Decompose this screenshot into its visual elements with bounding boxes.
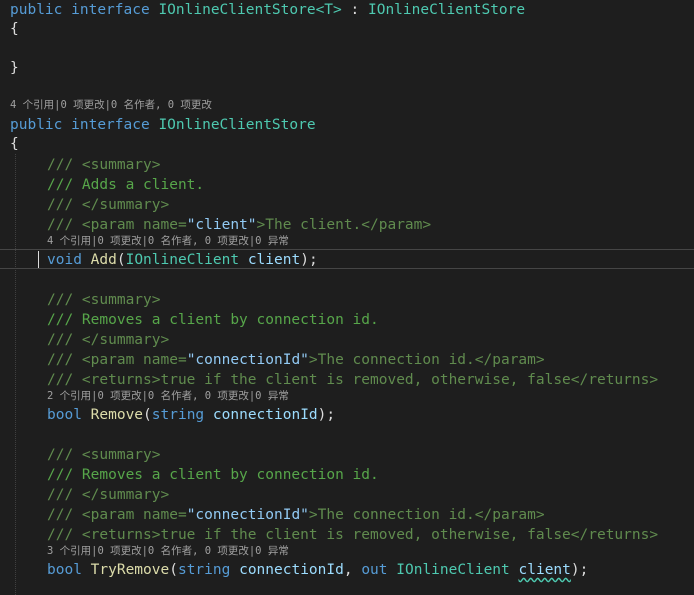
param-name[interactable]: client: [248, 252, 300, 268]
code-line-remove[interactable]: bool Remove(string connectionId);: [47, 405, 335, 425]
doc-comment: /// <summary>: [47, 447, 161, 463]
paren: (: [116, 252, 126, 268]
param-name[interactable]: connectionId: [239, 562, 344, 578]
codelens-tryremove[interactable]: 3 个引用|0 项更改|0 名作者, 0 项更改|0 异常: [47, 544, 289, 558]
doc-comment-line[interactable]: /// <param name="client">The client.</pa…: [47, 215, 431, 235]
code-line-add[interactable]: void Add(IOnlineClient client);: [47, 250, 318, 270]
doc-comment: /// <param name=: [47, 217, 187, 233]
doc-comment: /// </summary>: [47, 332, 170, 348]
param-type[interactable]: IOnlineClient: [396, 562, 510, 578]
doc-comment-line[interactable]: /// <returns>true if the client is remov…: [47, 370, 658, 390]
doc-comment: /// <returns>true if the client is remov…: [47, 372, 659, 388]
method-name[interactable]: Add: [91, 252, 117, 268]
method-name[interactable]: Remove: [91, 407, 143, 423]
doc-comment-line[interactable]: /// Adds a client.: [47, 175, 204, 195]
param-type[interactable]: IOnlineClient: [126, 252, 240, 268]
return-type: void: [47, 252, 82, 268]
open-brace: {: [10, 21, 19, 37]
code-line-interface-generic[interactable]: public interface IOnlineClientStore<T> :…: [10, 0, 525, 20]
doc-comment-line[interactable]: /// Removes a client by connection id.: [47, 465, 379, 485]
codelens-add[interactable]: 4 个引用|0 项更改|0 名作者, 0 项更改|0 异常: [47, 234, 289, 248]
comma: ,: [343, 562, 362, 578]
paren: );: [317, 407, 336, 423]
indent-guide: [15, 154, 16, 595]
method-name[interactable]: TryRemove: [91, 562, 170, 578]
param-name-with-squiggle[interactable]: client: [519, 562, 571, 578]
doc-comment: /// <param name=: [47, 352, 187, 368]
code-editor[interactable]: public interface IOnlineClientStore<T> :…: [0, 0, 694, 595]
doc-attr-value: "connectionId": [186, 507, 309, 523]
codelens-text[interactable]: 4 个引用|0 项更改|0 名作者, 0 项更改|0 异常: [47, 235, 289, 247]
codelens-text[interactable]: 2 个引用|0 项更改|0 名作者, 0 项更改|0 异常: [47, 390, 289, 402]
doc-comment-line[interactable]: /// <returns>true if the client is remov…: [47, 525, 658, 545]
colon: :: [341, 2, 368, 18]
doc-comment-line[interactable]: /// Removes a client by connection id.: [47, 310, 379, 330]
doc-comment: >The connection id.</param>: [308, 507, 545, 523]
codelens-remove[interactable]: 2 个引用|0 项更改|0 名作者, 0 项更改|0 异常: [47, 389, 289, 403]
code-line-interface[interactable]: public interface IOnlineClientStore: [10, 115, 316, 135]
param-type: string: [151, 407, 205, 423]
doc-attr-value: "connectionId": [186, 352, 309, 368]
doc-comment: /// Removes a client by connection id.: [47, 312, 379, 328]
doc-comment: /// Removes a client by connection id.: [47, 467, 379, 483]
codelens-text[interactable]: 3 个引用|0 项更改|0 名作者, 0 项更改|0 异常: [47, 545, 289, 557]
return-type: bool: [47, 407, 82, 423]
paren: (: [143, 407, 152, 423]
param-name[interactable]: connectionId: [213, 407, 318, 423]
doc-comment: /// </summary>: [47, 197, 170, 213]
keyword-interface: interface: [71, 2, 150, 18]
doc-comment: /// <returns>true if the client is remov…: [47, 527, 659, 543]
doc-comment: >The connection id.</param>: [308, 352, 545, 368]
doc-comment-line[interactable]: /// </summary>: [47, 330, 169, 350]
close-brace: }: [10, 60, 19, 76]
doc-comment-line[interactable]: /// <summary>: [47, 445, 161, 465]
codelens-interface[interactable]: 4 个引用|0 项更改|0 名作者, 0 项更改: [10, 98, 212, 112]
return-type: bool: [47, 562, 82, 578]
code-line-close-brace[interactable]: }: [10, 58, 19, 78]
keyword-interface: interface: [71, 117, 150, 133]
doc-comment: /// Adds a client.: [47, 177, 205, 193]
param-type: string: [177, 562, 231, 578]
doc-comment-line[interactable]: /// <summary>: [47, 290, 161, 310]
doc-comment: >The client.</param>: [256, 217, 432, 233]
keyword-public: public: [10, 2, 63, 18]
doc-comment: /// <summary>: [47, 292, 161, 308]
keyword-public: public: [10, 117, 63, 133]
code-line-open-brace[interactable]: {: [10, 19, 19, 39]
keyword-out: out: [361, 562, 388, 578]
doc-comment: /// </summary>: [47, 487, 170, 503]
base-interface-name[interactable]: IOnlineClientStore: [368, 2, 525, 18]
paren: );: [570, 562, 589, 578]
paren: (: [169, 562, 178, 578]
codelens-text[interactable]: 4 个引用|0 项更改|0 名作者, 0 项更改: [10, 99, 212, 111]
open-brace: {: [10, 136, 19, 152]
interface-name[interactable]: IOnlineClientStore: [158, 2, 315, 18]
doc-comment-line[interactable]: /// <param name="connectionId">The conne…: [47, 505, 545, 525]
doc-comment-line[interactable]: /// <summary>: [47, 155, 161, 175]
code-line-open-brace[interactable]: {: [10, 134, 19, 154]
paren: );: [300, 252, 318, 268]
interface-name[interactable]: IOnlineClientStore: [158, 117, 315, 133]
doc-attr-value: "client": [186, 217, 257, 233]
doc-comment-line[interactable]: /// </summary>: [47, 195, 169, 215]
doc-comment-line[interactable]: /// <param name="connectionId">The conne…: [47, 350, 545, 370]
text-caret: [38, 251, 39, 268]
code-line-tryremove[interactable]: bool TryRemove(string connectionId, out …: [47, 560, 588, 580]
doc-comment-line[interactable]: /// </summary>: [47, 485, 169, 505]
doc-comment: /// <param name=: [47, 507, 187, 523]
generic-param: <T>: [315, 2, 342, 18]
doc-comment: /// <summary>: [47, 157, 161, 173]
